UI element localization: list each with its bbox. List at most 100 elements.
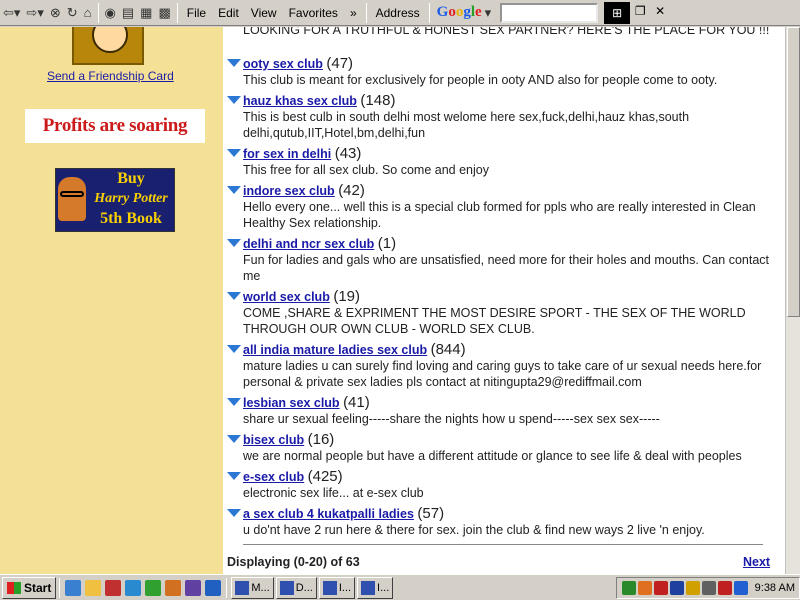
browser-toolbar: ⇦▾ ⇨▾ ⊗ ↻ ⌂ ◉ ▤ ▦ ▩ File Edit View Favor… bbox=[0, 0, 800, 26]
club-description: Hello every one... well this is a specia… bbox=[243, 200, 756, 230]
member-count: (41) bbox=[343, 394, 370, 411]
windows-flag-icon bbox=[7, 581, 21, 594]
club-description: This free for all sex club. So come and … bbox=[243, 163, 489, 177]
club-description: This club is meant for exclusively for p… bbox=[243, 73, 718, 87]
list-item: indore sex club (42) Hello every one... w… bbox=[227, 183, 777, 231]
taskbar-window[interactable]: M... bbox=[231, 576, 274, 599]
banner-text: LOOKING FOR A TRUTHFUL & HONEST SEX PART… bbox=[243, 27, 770, 37]
google-dropdown-icon[interactable]: ▾ bbox=[482, 2, 495, 24]
vertical-scrollbar[interactable] bbox=[785, 27, 800, 574]
member-count: (57) bbox=[417, 505, 445, 522]
member-count: (43) bbox=[334, 145, 362, 162]
tray-icon[interactable] bbox=[669, 580, 684, 595]
friendship-card-link[interactable]: Send a Friendship Card bbox=[47, 69, 174, 83]
club-link[interactable]: a sex club 4 kukatpalli ladies bbox=[243, 507, 414, 521]
club-description: mature ladies u can surely find loving a… bbox=[243, 359, 762, 389]
forward-icon[interactable]: ⇨▾ bbox=[23, 2, 46, 24]
club-description: Fun for ladies and gals who are unsatisf… bbox=[243, 253, 769, 283]
taskbar-divider bbox=[226, 577, 228, 598]
list-item: world sex club (19) COME ,SHARE & EXPRIME… bbox=[227, 289, 777, 337]
bullet-arrow-icon bbox=[227, 59, 241, 67]
member-count: (42) bbox=[338, 182, 365, 199]
back-icon[interactable]: ⇦▾ bbox=[0, 2, 23, 24]
taskbar-window[interactable]: I... bbox=[318, 576, 356, 599]
next-link[interactable]: Next bbox=[743, 555, 770, 569]
app-icon[interactable] bbox=[165, 579, 182, 596]
close-icon[interactable]: ✕ bbox=[650, 4, 670, 22]
cartoon-image[interactable] bbox=[72, 27, 144, 65]
bullet-arrow-icon bbox=[227, 509, 241, 517]
club-link[interactable]: indore sex club bbox=[243, 184, 335, 198]
restore-icon[interactable]: ❐ bbox=[630, 4, 650, 22]
left-sidebar: Send a Friendship Card Profits are soari… bbox=[0, 27, 223, 574]
club-description: we are normal people but have a differen… bbox=[243, 449, 742, 463]
tray-icon[interactable] bbox=[685, 580, 700, 595]
list-item: hauz khas sex club (148) This is best cul… bbox=[227, 93, 777, 141]
ie-icon[interactable] bbox=[125, 579, 142, 596]
taskbar-window[interactable]: D... bbox=[275, 576, 317, 599]
menu-edit[interactable]: Edit bbox=[212, 6, 245, 20]
app-icon[interactable] bbox=[185, 579, 202, 596]
stop-icon[interactable]: ⊗ bbox=[47, 2, 64, 24]
club-link[interactable]: all india mature ladies sex club bbox=[243, 343, 427, 357]
member-count: (47) bbox=[326, 55, 354, 72]
toolbar-divider bbox=[176, 2, 178, 23]
discuss-icon[interactable]: ▩ bbox=[155, 2, 173, 24]
club-link[interactable]: world sex club bbox=[243, 290, 330, 304]
start-button[interactable]: Start bbox=[2, 576, 57, 599]
hp-ad-line: Harry Potter bbox=[94, 191, 168, 206]
app-icon[interactable] bbox=[145, 579, 162, 596]
menu-view[interactable]: View bbox=[245, 6, 283, 20]
list-item: delhi and ncr sex club (1) Fun for ladies… bbox=[227, 236, 777, 284]
tray-icon[interactable] bbox=[701, 580, 716, 595]
boy-illustration bbox=[58, 177, 86, 221]
club-link[interactable]: hauz khas sex club bbox=[243, 94, 357, 108]
club-link[interactable]: e-sex club bbox=[243, 470, 304, 484]
bullet-arrow-icon bbox=[227, 472, 241, 480]
scrollbar-thumb[interactable] bbox=[787, 27, 800, 317]
club-link[interactable]: ooty sex club bbox=[243, 57, 323, 71]
club-link[interactable]: for sex in delhi bbox=[243, 147, 331, 161]
taskbar-window[interactable]: I... bbox=[357, 576, 394, 599]
tray-icon[interactable] bbox=[621, 580, 636, 595]
toolbar-divider bbox=[428, 2, 430, 23]
refresh-icon[interactable]: ↻ bbox=[64, 2, 81, 24]
google-logo[interactable]: Google bbox=[437, 4, 482, 21]
list-item: a sex club 4 kukatpalli ladies (57) u do'… bbox=[227, 506, 777, 538]
desktop-icon[interactable] bbox=[65, 579, 82, 596]
tray-icon[interactable] bbox=[717, 580, 732, 595]
club-list: ooty sex club (47) This club is meant for… bbox=[227, 56, 777, 543]
app-icon[interactable] bbox=[205, 579, 222, 596]
profits-ad-banner[interactable]: Profits are soaring bbox=[25, 109, 205, 143]
system-tray: 9:38 AM bbox=[615, 576, 800, 599]
bullet-arrow-icon bbox=[227, 96, 241, 104]
menu-file[interactable]: File bbox=[181, 6, 212, 20]
tray-icon[interactable] bbox=[733, 580, 748, 595]
address-label[interactable]: Address bbox=[370, 6, 426, 20]
edit-icon[interactable]: ▦ bbox=[137, 2, 155, 24]
harry-potter-ad[interactable]: Buy Harry Potter 5th Book bbox=[55, 168, 175, 232]
clock[interactable]: 9:38 AM bbox=[755, 582, 795, 594]
menu-favorites[interactable]: Favorites bbox=[283, 6, 344, 20]
list-item: all india mature ladies sex club (844) ma… bbox=[227, 342, 777, 390]
windows-logo-icon: ⊞ bbox=[604, 1, 631, 24]
tray-icon[interactable] bbox=[637, 580, 652, 595]
media-icon[interactable] bbox=[105, 579, 122, 596]
search-icon[interactable]: ◉ bbox=[102, 2, 119, 24]
club-link[interactable]: bisex club bbox=[243, 433, 304, 447]
google-search-input[interactable] bbox=[500, 2, 599, 23]
list-item: lesbian sex club (41) share ur sexual fee… bbox=[227, 395, 777, 427]
club-description: COME ,SHARE & EXPRIMENT THE MOST DESIRE … bbox=[243, 306, 746, 336]
home-icon[interactable]: ⌂ bbox=[81, 2, 95, 24]
member-count: (16) bbox=[307, 431, 335, 448]
pagination-status: Displaying (0-20) of 63 bbox=[227, 555, 360, 569]
folder-icon[interactable] bbox=[85, 579, 102, 596]
print-icon[interactable]: ▤ bbox=[119, 2, 137, 24]
main-content: LOOKING FOR A TRUTHFUL & HONEST SEX PART… bbox=[223, 27, 785, 574]
member-count: (1) bbox=[377, 235, 397, 252]
tray-icon[interactable] bbox=[653, 580, 668, 595]
club-link[interactable]: delhi and ncr sex club bbox=[243, 237, 374, 251]
chevron-icon[interactable]: » bbox=[344, 6, 363, 20]
club-link[interactable]: lesbian sex club bbox=[243, 396, 340, 410]
list-item: for sex in delhi (43) This free for all s… bbox=[227, 146, 777, 178]
